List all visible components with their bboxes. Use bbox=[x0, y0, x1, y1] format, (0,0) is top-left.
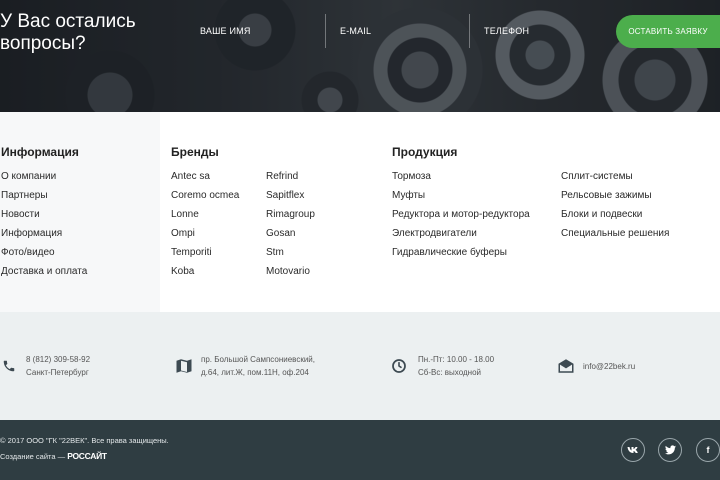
brand-link[interactable]: Antec sa bbox=[171, 171, 210, 182]
list-item[interactable]: Специальные решения bbox=[561, 224, 669, 243]
list-item[interactable]: Партнеры bbox=[1, 186, 87, 205]
products-column-title: Продукция bbox=[392, 145, 458, 159]
brand-link[interactable]: Sapitflex bbox=[266, 190, 304, 201]
list-item[interactable]: Блоки и подвески bbox=[561, 205, 669, 224]
product-link[interactable]: Рельсовые зажимы bbox=[561, 190, 652, 201]
list-item[interactable]: Новости bbox=[1, 205, 87, 224]
list-item[interactable]: Гидравлические буферы bbox=[392, 243, 530, 262]
feedback-banner: У Вас остались вопросы? ОСТАВИТЬ ЗАЯВКУ bbox=[0, 0, 720, 112]
hours-weekend: Сб-Вс: выходной bbox=[418, 368, 481, 377]
products-links-a: Тормоза Муфты Редуктора и мотор-редуктор… bbox=[392, 167, 530, 262]
list-item[interactable]: Информация bbox=[1, 224, 87, 243]
list-item[interactable]: Refrind bbox=[266, 167, 315, 186]
info-column-title: Информация bbox=[1, 145, 79, 159]
map-icon bbox=[175, 357, 193, 380]
clock-icon bbox=[391, 358, 407, 379]
list-item[interactable]: Доставка и оплата bbox=[1, 262, 87, 281]
name-field[interactable] bbox=[186, 14, 326, 48]
info-link-news[interactable]: Новости bbox=[1, 209, 40, 220]
product-link[interactable]: Сплит-системы bbox=[561, 171, 633, 182]
product-link[interactable]: Блоки и подвески bbox=[561, 209, 642, 220]
phone-block: 8 (812) 309-58-92 Санкт-Петербург bbox=[26, 353, 90, 379]
phone-field[interactable] bbox=[470, 14, 610, 48]
email-address[interactable]: info@22bek.ru bbox=[583, 360, 635, 373]
brand-link[interactable]: Koba bbox=[171, 266, 194, 277]
address-line-2: д.64, лит.Ж, пом.11Н, оф.204 bbox=[201, 368, 309, 377]
list-item[interactable]: Koba bbox=[171, 262, 239, 281]
list-item[interactable]: Редуктора и мотор-редуктора bbox=[392, 205, 530, 224]
brands-links-b: Refrind Sapitflex Rimagroup Gosan Stm Mo… bbox=[266, 167, 315, 281]
brand-link[interactable]: Temporiti bbox=[171, 247, 212, 258]
city: Санкт-Петербург bbox=[26, 368, 89, 377]
made-by: Создание сайта — РОССАЙТ bbox=[0, 451, 107, 461]
product-link[interactable]: Электродвигатели bbox=[392, 228, 477, 239]
brand-link[interactable]: Refrind bbox=[266, 171, 298, 182]
brand-link[interactable]: Lonne bbox=[171, 209, 199, 220]
developer-logo-link[interactable]: РОССАЙТ bbox=[67, 451, 107, 461]
facebook-icon[interactable]: f bbox=[696, 438, 720, 462]
product-link[interactable]: Тормоза bbox=[392, 171, 431, 182]
email-input[interactable] bbox=[326, 14, 469, 48]
info-link-partners[interactable]: Партнеры bbox=[1, 190, 48, 201]
list-item[interactable]: Rimagroup bbox=[266, 205, 315, 224]
copyright-text: © 2017 ООО "ГК "22ВЕК". Все права защище… bbox=[0, 436, 169, 445]
info-link-information[interactable]: Информация bbox=[1, 228, 62, 239]
info-links: О компании Партнеры Новости Информация Ф… bbox=[1, 167, 87, 281]
info-link-about[interactable]: О компании bbox=[1, 171, 56, 182]
list-item[interactable]: Gosan bbox=[266, 224, 315, 243]
list-item[interactable]: Сплит-системы bbox=[561, 167, 669, 186]
hours-weekdays: Пн.-Пт: 10.00 - 18.00 bbox=[418, 355, 495, 364]
feedback-title: У Вас остались вопросы? bbox=[0, 11, 136, 54]
brand-link[interactable]: Coremo ocmea bbox=[171, 190, 239, 201]
submit-request-button[interactable]: ОСТАВИТЬ ЗАЯВКУ bbox=[616, 15, 720, 48]
list-item[interactable]: Antec sa bbox=[171, 167, 239, 186]
phone-input[interactable] bbox=[470, 14, 610, 48]
product-link[interactable]: Специальные решения bbox=[561, 228, 669, 239]
list-item[interactable]: Тормоза bbox=[392, 167, 530, 186]
phone-number[interactable]: 8 (812) 309-58-92 bbox=[26, 353, 90, 366]
address-line-1: пр. Большой Сампсониевский, bbox=[201, 355, 315, 364]
vk-icon[interactable] bbox=[621, 438, 645, 462]
brand-link[interactable]: Ompi bbox=[171, 228, 195, 239]
brand-link[interactable]: Gosan bbox=[266, 228, 295, 239]
email-field[interactable] bbox=[326, 14, 470, 48]
list-item[interactable]: Temporiti bbox=[171, 243, 239, 262]
brands-column-title: Бренды bbox=[171, 145, 219, 159]
brand-link[interactable]: Stm bbox=[266, 247, 284, 258]
list-item[interactable]: Фото/видео bbox=[1, 243, 87, 262]
list-item[interactable]: О компании bbox=[1, 167, 87, 186]
address-block: пр. Большой Сампсониевский, д.64, лит.Ж,… bbox=[201, 353, 315, 379]
list-item[interactable]: Рельсовые зажимы bbox=[561, 186, 669, 205]
product-link[interactable]: Редуктора и мотор-редуктора bbox=[392, 209, 530, 220]
footer-bar: © 2017 ООО "ГК "22ВЕК". Все права защище… bbox=[0, 420, 720, 480]
twitter-icon[interactable] bbox=[658, 438, 682, 462]
product-link[interactable]: Гидравлические буферы bbox=[392, 247, 507, 258]
list-item[interactable]: Sapitflex bbox=[266, 186, 315, 205]
list-item[interactable]: Motovario bbox=[266, 262, 315, 281]
list-item[interactable]: Lonne bbox=[171, 205, 239, 224]
brand-link[interactable]: Rimagroup bbox=[266, 209, 315, 220]
list-item[interactable]: Муфты bbox=[392, 186, 530, 205]
phone-icon bbox=[2, 358, 16, 379]
info-link-photo-video[interactable]: Фото/видео bbox=[1, 247, 55, 258]
facebook-glyph: f bbox=[706, 445, 710, 455]
name-input[interactable] bbox=[186, 14, 325, 48]
info-link-delivery[interactable]: Доставка и оплата bbox=[1, 266, 87, 277]
list-item[interactable]: Stm bbox=[266, 243, 315, 262]
list-item[interactable]: Ompi bbox=[171, 224, 239, 243]
brand-link[interactable]: Motovario bbox=[266, 266, 310, 277]
list-item[interactable]: Coremo ocmea bbox=[171, 186, 239, 205]
contacts-band: 8 (812) 309-58-92 Санкт-Петербург пр. Бо… bbox=[0, 312, 720, 420]
product-link[interactable]: Муфты bbox=[392, 190, 425, 201]
products-links-b: Сплит-системы Рельсовые зажимы Блоки и п… bbox=[561, 167, 669, 243]
brands-links-a: Antec sa Coremo ocmea Lonne Ompi Tempori… bbox=[171, 167, 239, 281]
mail-icon bbox=[557, 357, 575, 380]
list-item[interactable]: Электродвигатели bbox=[392, 224, 530, 243]
made-by-prefix: Создание сайта — bbox=[0, 452, 66, 461]
hours-block: Пн.-Пт: 10.00 - 18.00 Сб-Вс: выходной bbox=[418, 353, 494, 379]
